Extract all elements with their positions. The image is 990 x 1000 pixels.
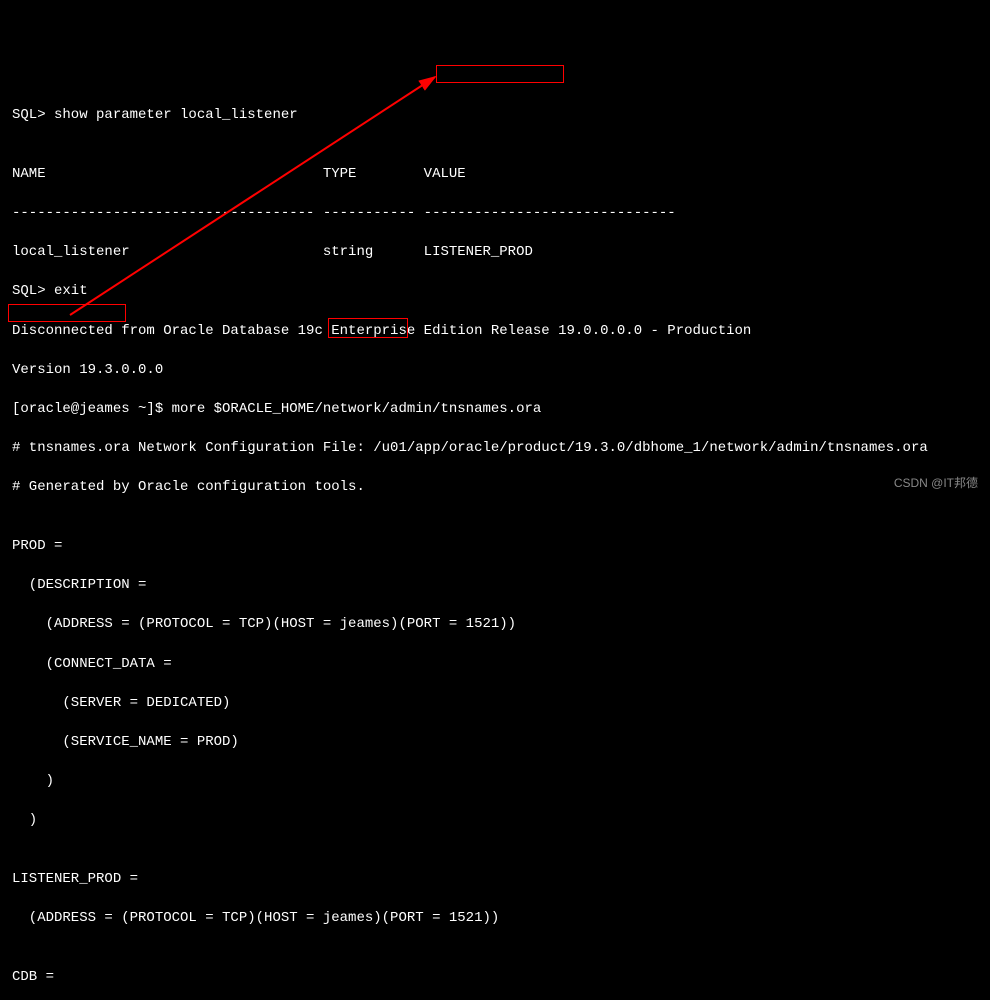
cdb-entry-line: CDB = [12,968,978,988]
listener-address-line: (ADDRESS = (PROTOCOL = TCP)(HOST = jeame… [12,909,978,929]
terminal-output: SQL> show parameter local_listener NAME … [12,86,978,1000]
prod-entry-line: PROD = [12,537,978,557]
server-line: (SERVER = DEDICATED) [12,694,978,714]
watermark-text: CSDN @IT邦德 [894,475,978,492]
description-line: (DESCRIPTION = [12,576,978,596]
listener-prod-line: LISTENER_PROD = [12,870,978,890]
sql-exit-line: SQL> exit [12,282,978,302]
separator-line: ------------------------------------ ---… [12,204,978,224]
highlight-listener-prod-value [436,65,564,83]
shell-command-line: [oracle@jeames ~]$ more $ORACLE_HOME/net… [12,400,978,420]
connect-data-line: (CONNECT_DATA = [12,655,978,675]
version-line: Version 19.3.0.0.0 [12,361,978,381]
service-name-line: (SERVICE_NAME = PROD) [12,733,978,753]
sql-command-line: SQL> show parameter local_listener [12,106,978,126]
comment-line-2: # Generated by Oracle configuration tool… [12,478,978,498]
header-line: NAME TYPE VALUE [12,165,978,185]
close-paren-line: ) [12,772,978,792]
parameter-value-line: local_listener string LISTENER_PROD [12,243,978,263]
close-paren-line: ) [12,811,978,831]
address-line: (ADDRESS = (PROTOCOL = TCP)(HOST = jeame… [12,615,978,635]
comment-line-1: # tnsnames.ora Network Configuration Fil… [12,439,978,459]
disconnect-line: Disconnected from Oracle Database 19c En… [12,322,978,342]
